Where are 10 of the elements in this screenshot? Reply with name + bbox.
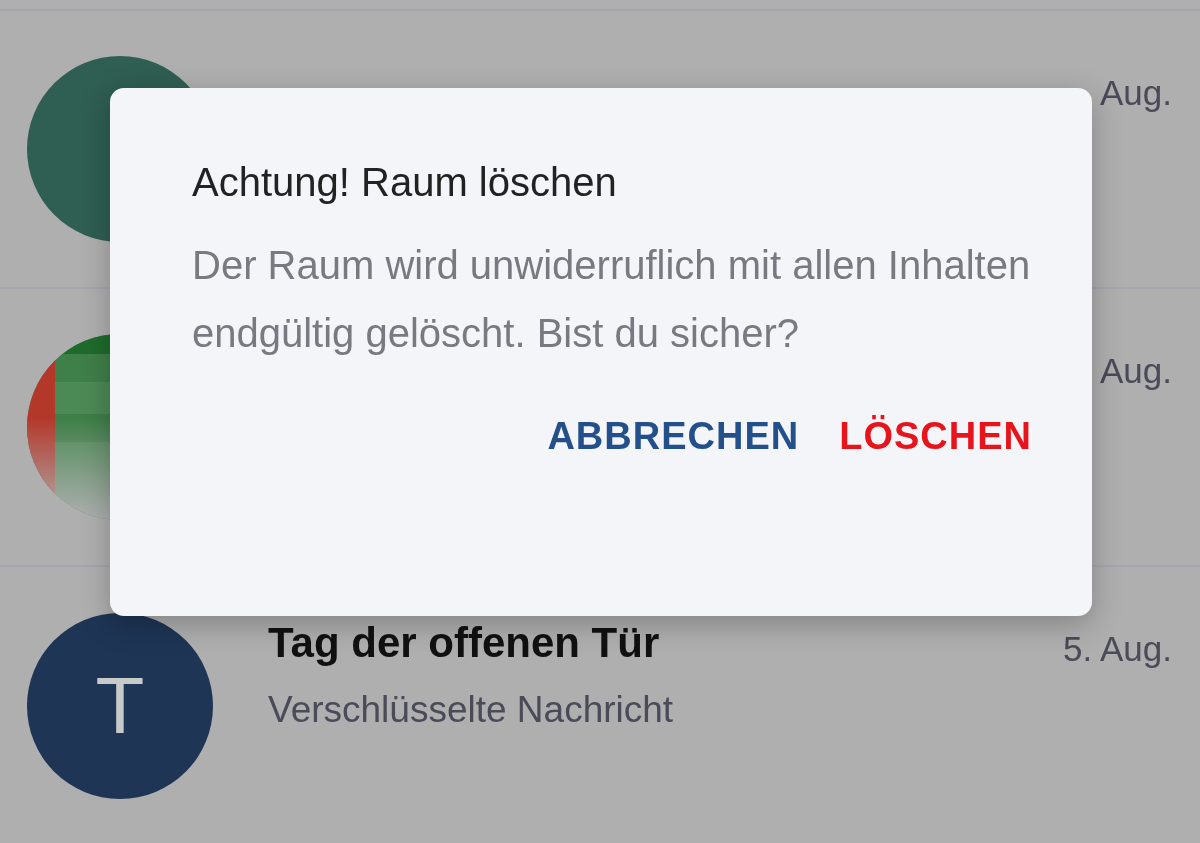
last-message: Verschlüsselte Nachricht: [268, 689, 674, 731]
room-avatar: T: [27, 613, 213, 799]
delete-button[interactable]: LÖSCHEN: [839, 407, 1032, 466]
room-name: Tag der offenen Tür: [268, 619, 660, 667]
dialog-message: Der Raum wird unwiderruflich mit allen Inhalten endgültig gelöscht. Bist du sicher?: [192, 242, 1032, 357]
room-date: Aug.: [1100, 73, 1172, 113]
room-date: Aug.: [1100, 351, 1172, 391]
dialog-title: Achtung! Raum löschen: [192, 160, 618, 205]
room-date: 5. Aug.: [1063, 629, 1172, 669]
cancel-button[interactable]: ABBRECHEN: [547, 407, 800, 466]
